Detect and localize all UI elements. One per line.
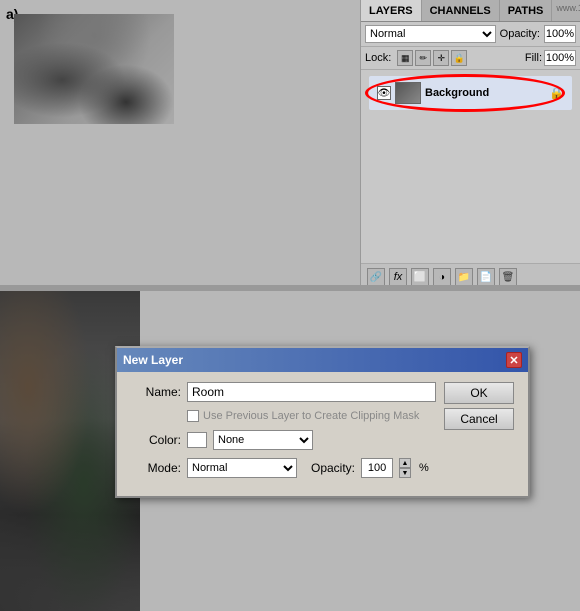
canvas-image-a xyxy=(14,14,174,124)
color-label: Color: xyxy=(131,433,181,447)
blend-mode-select[interactable]: Normal xyxy=(365,25,496,43)
layer-thumbnail xyxy=(395,82,421,104)
layer-lock-icon: 🔒 xyxy=(549,86,564,100)
clipping-mask-checkbox[interactable] xyxy=(187,410,199,422)
dialog-mode-row: Mode: Normal Opacity: ▲ ▼ % xyxy=(131,458,436,478)
kissy-watermark: www.16355yuan.com xyxy=(552,0,580,21)
pct-label: % xyxy=(419,462,429,474)
lock-paint-btn[interactable]: ✏ xyxy=(415,50,431,66)
lock-label: Lock: xyxy=(365,52,391,64)
layer-name: Background xyxy=(425,87,545,99)
layers-controls-row: Normal Opacity: xyxy=(361,22,580,47)
mode-select[interactable]: Normal xyxy=(187,458,297,478)
canvas-photo-a xyxy=(14,14,174,124)
layer-row-background[interactable]: 👁 Background 🔒 xyxy=(369,76,572,110)
opacity-row-label: Opacity: xyxy=(311,461,355,475)
opacity-input-top[interactable] xyxy=(544,25,576,43)
dialog-checkbox-row: Use Previous Layer to Create Clipping Ma… xyxy=(187,410,436,422)
delete-layer-icon[interactable]: 🗑 xyxy=(499,268,517,286)
layers-lock-row: Lock: ▦ ✏ ✛ 🔒 Fill: xyxy=(361,47,580,70)
name-label: Name: xyxy=(131,385,181,399)
lock-transparent-btn[interactable]: ▦ xyxy=(397,50,413,66)
dialog-titlebar: New Layer ✕ xyxy=(117,348,528,372)
layers-panel: LAYERS CHANNELS PATHS www.16355yuan.com … xyxy=(360,0,580,290)
group-icon[interactable]: 📁 xyxy=(455,268,473,286)
new-layer-dialog: New Layer ✕ Name: Use Previous Layer to … xyxy=(115,346,530,498)
stepper-up[interactable]: ▲ xyxy=(399,458,411,468)
fx-icon[interactable]: fx xyxy=(389,268,407,286)
fill-label: Fill: xyxy=(525,52,542,64)
layer-visibility-eye[interactable]: 👁 xyxy=(377,86,391,100)
layer-name-input[interactable] xyxy=(187,382,436,402)
color-swatch xyxy=(187,432,207,448)
mode-label: Mode: xyxy=(131,461,181,475)
section-b: b) New Layer ✕ Name: Use P xyxy=(0,291,580,611)
adjustment-icon[interactable]: ◑ xyxy=(433,268,451,286)
stepper-down[interactable]: ▼ xyxy=(399,468,411,478)
tab-channels[interactable]: CHANNELS xyxy=(422,0,500,21)
layers-tabs: LAYERS CHANNELS PATHS www.16355yuan.com xyxy=(361,0,580,22)
lock-all-btn[interactable]: 🔒 xyxy=(451,50,467,66)
tab-paths[interactable]: PATHS xyxy=(500,0,553,21)
dialog-close-button[interactable]: ✕ xyxy=(506,352,522,368)
dialog-color-row: Color: None xyxy=(131,430,436,450)
lock-move-btn[interactable]: ✛ xyxy=(433,50,449,66)
dialog-title: New Layer xyxy=(123,353,183,367)
cancel-button[interactable]: Cancel xyxy=(444,408,514,430)
clipping-mask-label: Use Previous Layer to Create Clipping Ma… xyxy=(203,410,419,422)
opacity-value-input[interactable] xyxy=(361,458,393,478)
color-select[interactable]: None xyxy=(213,430,313,450)
new-layer-icon[interactable]: 📄 xyxy=(477,268,495,286)
opacity-label: Opacity: xyxy=(500,28,540,40)
link-layers-icon[interactable]: 🔗 xyxy=(367,268,385,286)
dialog-body: Name: Use Previous Layer to Create Clipp… xyxy=(117,372,528,496)
opacity-stepper[interactable]: ▲ ▼ xyxy=(399,458,411,478)
tab-layers[interactable]: LAYERS xyxy=(361,0,422,21)
fill-input[interactable] xyxy=(544,50,576,66)
section-a: a) LAYERS CHANNELS PATHS www.16355yuan.c… xyxy=(0,0,580,290)
dialog-buttons: OK Cancel xyxy=(444,382,514,486)
dialog-name-row: Name: xyxy=(131,382,436,402)
add-mask-icon[interactable]: ⬜ xyxy=(411,268,429,286)
ok-button[interactable]: OK xyxy=(444,382,514,404)
